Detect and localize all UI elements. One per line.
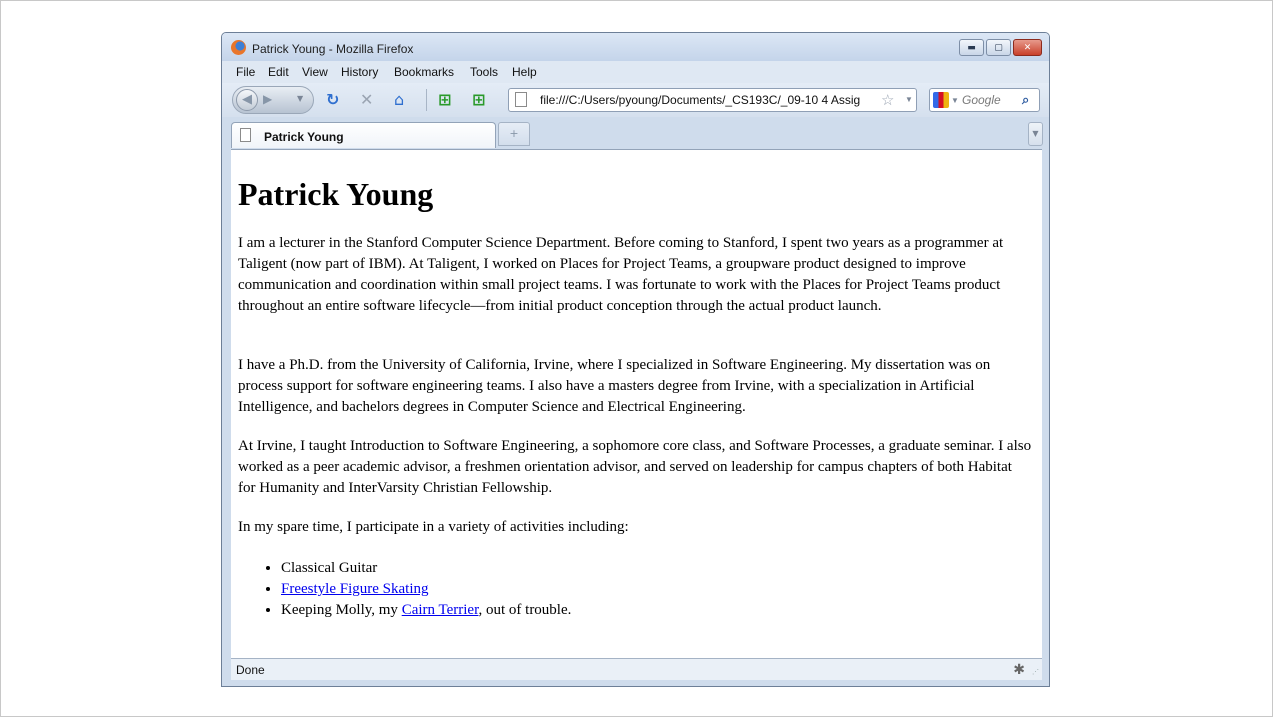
back-forward-group: ◀ ▶ ▼ [232,86,314,114]
menu-help[interactable]: Help [512,65,537,79]
menu-edit[interactable]: Edit [268,65,289,79]
menu-view[interactable]: View [302,65,328,79]
url-dropdown-icon[interactable]: ▼ [905,95,913,104]
menu-bar: File Edit View History Bookmarks Tools H… [222,61,1049,83]
activities-paragraph: In my spare time, I participate in a var… [238,519,629,535]
page-content: Patrick Young I am a lecturer in the Sta… [231,149,1042,658]
close-button[interactable]: ✕ [1013,39,1042,56]
activities-list: Classical Guitar Freestyle Figure Skatin… [238,558,571,621]
reload-icon[interactable]: ↻ [326,91,339,109]
toolbar-separator [426,89,427,111]
tab-label: Patrick Young [264,130,344,144]
stop-icon[interactable]: ✕ [360,91,373,109]
firefox-logo-icon [231,40,246,55]
tab-strip: Patrick Young + ▼ [222,117,1049,149]
intro-paragraph: I am a lecturer in the Stanford Computer… [238,235,1004,314]
menu-file[interactable]: File [236,65,255,79]
resize-grip-icon[interactable]: ⋰ [1032,668,1039,676]
maximize-button[interactable]: ▢ [986,39,1011,56]
page-heading: Patrick Young [238,176,434,212]
list-all-tabs-icon[interactable]: ▼ [1028,122,1043,146]
menu-tools[interactable]: Tools [470,65,498,79]
navigation-toolbar: ◀ ▶ ▼ ↻ ✕ ⌂ ⊞ ⊞ file:///C:/Users/pyoung/… [222,83,1049,117]
back-button[interactable]: ◀ [236,89,258,111]
cairn-terrier-link[interactable]: Cairn Terrier [402,602,479,618]
status-bar: Done ✱ ⋰ [231,658,1042,680]
menu-history[interactable]: History [341,65,378,79]
search-input[interactable]: Google [962,93,1001,107]
new-tab-button[interactable]: + [498,122,530,146]
menu-bookmarks[interactable]: Bookmarks [394,65,454,79]
list-item: Freestyle Figure Skating [281,579,571,600]
page-icon [515,92,527,107]
molly-text-prefix: Keeping Molly, my [281,602,402,618]
bookmark-star-icon[interactable]: ☆ [881,91,894,109]
education-paragraph: I have a Ph.D. from the University of Ca… [238,357,991,415]
status-text: Done [236,663,265,677]
minimize-button[interactable]: ▬ [959,39,984,56]
irvine-paragraph: At Irvine, I taught Introduction to Soft… [238,438,1032,496]
title-bar: Patrick Young - Mozilla Firefox ▬ ▢ ✕ [222,33,1049,61]
browser-window: Patrick Young - Mozilla Firefox ▬ ▢ ✕ Fi… [221,32,1050,687]
window-title: Patrick Young - Mozilla Firefox [252,42,414,56]
tab-patrick-young[interactable]: Patrick Young [231,122,496,148]
figure-skating-link[interactable]: Freestyle Figure Skating [281,581,428,597]
search-engine-icon[interactable] [933,92,949,108]
molly-text-suffix: , out of trouble. [478,602,572,618]
home-icon[interactable]: ⌂ [394,91,404,109]
list-item: Keeping Molly, my Cairn Terrier, out of … [281,600,571,621]
search-icon[interactable]: ⌕ [1022,92,1029,108]
new-tab-icon[interactable]: ⊞ [472,91,485,109]
classical-guitar-text: Classical Guitar [281,560,378,576]
search-bar[interactable]: ▼ Google ⌕ [929,88,1040,112]
url-text[interactable]: file:///C:/Users/pyoung/Documents/_CS193… [540,93,860,107]
tab-page-icon [240,128,251,142]
window-controls: ▬ ▢ ✕ [959,39,1042,56]
search-engine-dropdown-icon[interactable]: ▼ [951,96,959,105]
new-window-icon[interactable]: ⊞ [438,91,451,109]
forward-button[interactable]: ▶ [263,92,272,106]
url-bar[interactable]: file:///C:/Users/pyoung/Documents/_CS193… [508,88,917,112]
list-item: Classical Guitar [281,558,571,579]
history-dropdown-icon[interactable]: ▼ [297,94,303,103]
addon-gear-icon[interactable]: ✱ [1013,661,1025,678]
